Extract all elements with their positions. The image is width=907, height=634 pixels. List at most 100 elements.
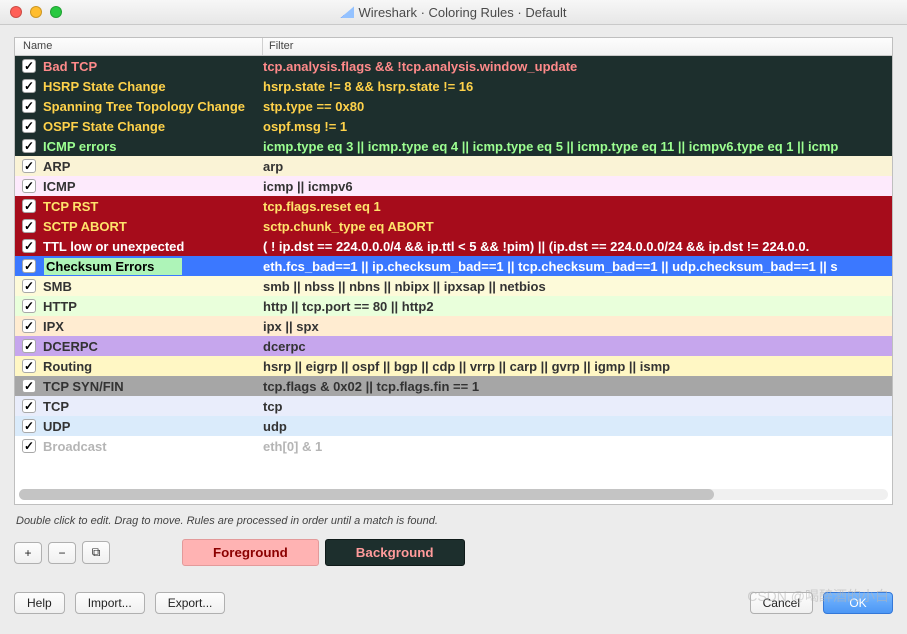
export-button[interactable]: Export... xyxy=(155,592,226,614)
rule-name[interactable]: SMB xyxy=(43,279,263,294)
rule-filter[interactable]: dcerpc xyxy=(263,339,892,354)
rule-filter[interactable]: udp xyxy=(263,419,892,434)
table-row[interactable]: ✓ TTL low or unexpected( ! ip.dst == 224.… xyxy=(15,236,892,256)
rule-checkbox[interactable]: ✓ xyxy=(22,59,36,73)
rule-name[interactable]: SCTP ABORT xyxy=(43,219,263,234)
rule-checkbox[interactable]: ✓ xyxy=(22,439,36,453)
table-row[interactable]: ✓ Spanning Tree Topology Changestp.type =… xyxy=(15,96,892,116)
rule-name[interactable]: DCERPC xyxy=(43,339,263,354)
rule-checkbox[interactable]: ✓ xyxy=(22,279,36,293)
checkbox-cell: ✓ xyxy=(15,439,43,453)
rule-checkbox[interactable]: ✓ xyxy=(22,199,36,213)
rule-name[interactable]: TCP SYN/FIN xyxy=(43,379,263,394)
rule-filter[interactable]: eth[0] & 1 xyxy=(263,439,892,454)
rule-filter[interactable]: stp.type == 0x80 xyxy=(263,99,892,114)
rule-filter[interactable]: sctp.chunk_type eq ABORT xyxy=(263,219,892,234)
rule-checkbox[interactable]: ✓ xyxy=(22,419,36,433)
rule-checkbox[interactable]: ✓ xyxy=(22,99,36,113)
rule-name[interactable]: Routing xyxy=(43,359,263,374)
horizontal-scrollbar[interactable] xyxy=(19,489,888,500)
rule-filter[interactable]: hsrp.state != 8 && hsrp.state != 16 xyxy=(263,79,892,94)
background-button[interactable]: Background xyxy=(325,539,465,566)
rule-filter[interactable]: ipx || spx xyxy=(263,319,892,334)
rule-checkbox[interactable]: ✓ xyxy=(22,139,36,153)
rule-checkbox[interactable]: ✓ xyxy=(22,319,36,333)
rule-filter[interactable]: http || tcp.port == 80 || http2 xyxy=(263,299,892,314)
table-row[interactable]: ✓ eth.fcs_bad==1 || ip.checksum_bad==1 ||… xyxy=(15,256,892,276)
rule-filter[interactable]: arp xyxy=(263,159,892,174)
rule-name[interactable] xyxy=(43,257,263,276)
table-row[interactable]: ✓ UDPudp xyxy=(15,416,892,436)
rule-checkbox[interactable]: ✓ xyxy=(22,259,36,273)
rule-checkbox[interactable]: ✓ xyxy=(22,299,36,313)
table-row[interactable]: ✓ ICMPicmp || icmpv6 xyxy=(15,176,892,196)
help-button[interactable]: Help xyxy=(14,592,65,614)
rule-name[interactable]: ARP xyxy=(43,159,263,174)
rule-checkbox[interactable]: ✓ xyxy=(22,219,36,233)
rule-name[interactable]: HSRP State Change xyxy=(43,79,263,94)
rule-filter[interactable]: tcp xyxy=(263,399,892,414)
rule-checkbox[interactable]: ✓ xyxy=(22,119,36,133)
zoom-icon[interactable] xyxy=(50,6,62,18)
table-row[interactable]: ✓ Bad TCPtcp.analysis.flags && !tcp.analy… xyxy=(15,56,892,76)
rule-name[interactable]: Bad TCP xyxy=(43,59,263,74)
rule-checkbox[interactable]: ✓ xyxy=(22,399,36,413)
import-button[interactable]: Import... xyxy=(75,592,145,614)
toolbar: + − ⧉ Foreground Background xyxy=(14,539,893,566)
add-button[interactable]: + xyxy=(14,542,42,564)
column-header-filter[interactable]: Filter xyxy=(263,38,892,55)
close-icon[interactable] xyxy=(10,6,22,18)
rule-filter[interactable]: eth.fcs_bad==1 || ip.checksum_bad==1 || … xyxy=(263,259,892,274)
rule-filter[interactable]: tcp.flags & 0x02 || tcp.flags.fin == 1 xyxy=(263,379,892,394)
table-row[interactable]: ✓ TCPtcp xyxy=(15,396,892,416)
rule-name[interactable]: IPX xyxy=(43,319,263,334)
table-row[interactable]: ✓ OSPF State Changeospf.msg != 1 xyxy=(15,116,892,136)
rule-filter[interactable]: ospf.msg != 1 xyxy=(263,119,892,134)
rule-checkbox[interactable]: ✓ xyxy=(22,79,36,93)
rule-name[interactable]: OSPF State Change xyxy=(43,119,263,134)
column-header-name[interactable]: Name xyxy=(15,38,263,55)
rule-checkbox[interactable]: ✓ xyxy=(22,159,36,173)
table-row[interactable]: ✓ SCTP ABORTsctp.chunk_type eq ABORT xyxy=(15,216,892,236)
rule-checkbox[interactable]: ✓ xyxy=(22,359,36,373)
rule-name[interactable]: TTL low or unexpected xyxy=(43,239,263,254)
rule-name[interactable]: UDP xyxy=(43,419,263,434)
rule-name[interactable]: ICMP errors xyxy=(43,139,263,154)
rule-filter[interactable]: hsrp || eigrp || ospf || bgp || cdp || v… xyxy=(263,359,892,374)
rule-checkbox[interactable]: ✓ xyxy=(22,379,36,393)
copy-button[interactable]: ⧉ xyxy=(82,541,110,564)
rule-filter[interactable]: smb || nbss || nbns || nbipx || ipxsap |… xyxy=(263,279,892,294)
rule-name-input[interactable] xyxy=(43,257,183,276)
rule-name[interactable]: ICMP xyxy=(43,179,263,194)
rule-name[interactable]: TCP xyxy=(43,399,263,414)
rule-filter[interactable]: icmp.type eq 3 || icmp.type eq 4 || icmp… xyxy=(263,139,892,154)
rule-filter[interactable]: tcp.analysis.flags && !tcp.analysis.wind… xyxy=(263,59,892,74)
rule-name[interactable]: TCP RST xyxy=(43,199,263,214)
rule-name[interactable]: Broadcast xyxy=(43,439,263,454)
scrollbar-thumb[interactable] xyxy=(19,489,714,500)
minimize-icon[interactable] xyxy=(30,6,42,18)
rule-name[interactable]: HTTP xyxy=(43,299,263,314)
table-row[interactable]: ✓ HSRP State Changehsrp.state != 8 && hsr… xyxy=(15,76,892,96)
table-row[interactable]: ✓ IPXipx || spx xyxy=(15,316,892,336)
rule-filter[interactable]: icmp || icmpv6 xyxy=(263,179,892,194)
table-row[interactable]: ✓ ICMP errorsicmp.type eq 3 || icmp.type … xyxy=(15,136,892,156)
table-row[interactable]: ✓ TCP SYN/FINtcp.flags & 0x02 || tcp.flag… xyxy=(15,376,892,396)
rule-checkbox[interactable]: ✓ xyxy=(22,179,36,193)
rule-filter[interactable]: tcp.flags.reset eq 1 xyxy=(263,199,892,214)
foreground-button[interactable]: Foreground xyxy=(182,539,319,566)
rule-name[interactable]: Spanning Tree Topology Change xyxy=(43,99,263,114)
table-row[interactable]: ✓ TCP RSTtcp.flags.reset eq 1 xyxy=(15,196,892,216)
ok-button[interactable]: OK xyxy=(823,592,893,614)
table-row[interactable]: ✓ SMBsmb || nbss || nbns || nbipx || ipxs… xyxy=(15,276,892,296)
table-row[interactable]: ✓ DCERPCdcerpc xyxy=(15,336,892,356)
cancel-button[interactable]: Cancel xyxy=(750,592,813,614)
remove-button[interactable]: − xyxy=(48,542,76,564)
table-row[interactable]: ✓ Broadcasteth[0] & 1 xyxy=(15,436,892,456)
table-row[interactable]: ✓ HTTPhttp || tcp.port == 80 || http2 xyxy=(15,296,892,316)
rule-filter[interactable]: ( ! ip.dst == 224.0.0.0/4 && ip.ttl < 5 … xyxy=(263,239,892,254)
table-row[interactable]: ✓ ARParp xyxy=(15,156,892,176)
rule-checkbox[interactable]: ✓ xyxy=(22,339,36,353)
table-row[interactable]: ✓ Routinghsrp || eigrp || ospf || bgp || … xyxy=(15,356,892,376)
rule-checkbox[interactable]: ✓ xyxy=(22,239,36,253)
